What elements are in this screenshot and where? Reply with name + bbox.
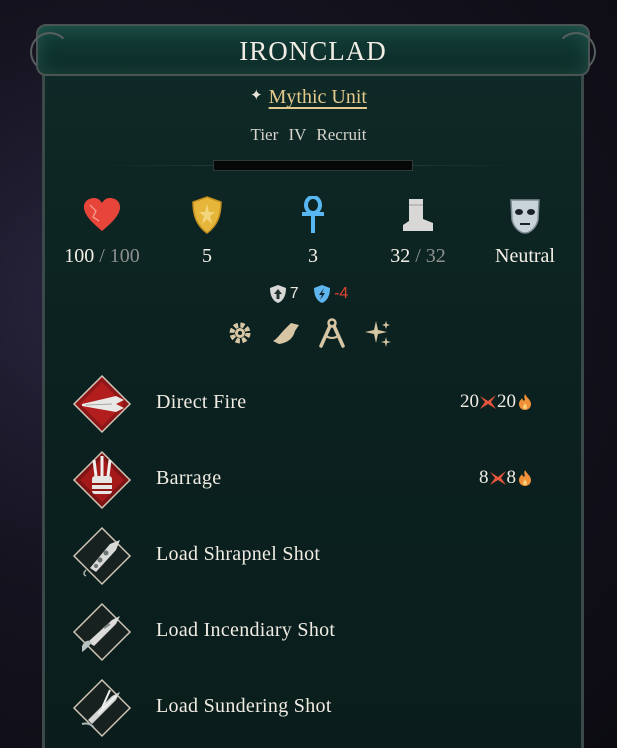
resistance-modifier[interactable]: -4 [313, 284, 348, 304]
armor-up-icon [269, 285, 286, 303]
stat-defense[interactable]: 5 [162, 195, 252, 268]
health-current: 100 [64, 245, 95, 267]
physical-damage-icon [480, 395, 496, 409]
damage-value-b: 20 [497, 391, 516, 412]
rarity-label: Mythic Unit [268, 86, 367, 108]
physical-damage-icon [489, 471, 506, 485]
barrage-icon [72, 450, 132, 510]
stat-health[interactable]: 100 / 100 [57, 195, 147, 268]
mask-icon [510, 199, 540, 234]
unit-header: IRONCLAD [30, 24, 596, 76]
ability-barrage[interactable]: Barrage 8 8 [68, 450, 538, 514]
ability-damage: 8 8 [479, 467, 532, 489]
movement-current: 32 [390, 245, 411, 267]
damage-value-b: 8 [506, 467, 517, 488]
fire-damage-icon [519, 470, 531, 486]
shield-icon [192, 196, 222, 234]
health-separator: / [99, 245, 105, 267]
damage-value-a: 20 [460, 391, 479, 412]
movement-max: 32 [425, 245, 446, 267]
ability-load-incendiary-shot[interactable]: Load Incendiary Shot [68, 602, 538, 666]
modifier-row: 7 -4 [0, 284, 617, 309]
ability-load-sundering-shot[interactable]: Load Sundering Shot [68, 678, 538, 742]
ability-name: Load Sundering Shot [156, 695, 332, 717]
ability-name: Load Shrapnel Shot [156, 543, 321, 565]
incendiary-shot-icon [72, 602, 132, 662]
sparkle-icon[interactable] [363, 318, 393, 348]
rarity-link[interactable]: ✦ Mythic Unit [0, 86, 617, 109]
trait-row [0, 318, 617, 348]
damage-value-a: 8 [479, 467, 489, 488]
resistance-down-icon [314, 285, 331, 303]
resistance-value: 3 [308, 245, 318, 267]
boot-wing-icon[interactable] [271, 318, 301, 348]
defense-value: 5 [202, 245, 212, 267]
sparkle-icon: ✦ [250, 88, 263, 104]
health-max: 100 [109, 245, 140, 267]
armor-modifier-value: 7 [289, 285, 299, 302]
xp-bar [213, 160, 413, 171]
ability-name: Barrage [156, 467, 222, 489]
stat-morale[interactable]: Neutral [480, 195, 570, 268]
heart-icon [84, 198, 120, 231]
resistance-modifier-value: -4 [334, 285, 349, 302]
stat-movement[interactable]: 32 / 32 [373, 195, 463, 268]
tier-label: Tier IV [250, 125, 307, 144]
armor-modifier[interactable]: 7 [269, 284, 299, 304]
gear-icon[interactable] [225, 318, 255, 348]
boot-icon [403, 199, 433, 231]
ability-name: Load Incendiary Shot [156, 619, 336, 641]
direct-fire-icon [72, 374, 132, 434]
ability-direct-fire[interactable]: Direct Fire 20 20 [68, 374, 538, 438]
ankh-icon [302, 196, 324, 233]
rank-label: Recruit [316, 125, 367, 144]
unit-name: IRONCLAD [239, 36, 387, 66]
tier-line: Tier IV Recruit [0, 125, 617, 145]
shrapnel-shot-icon [72, 526, 132, 586]
movement-separator: / [415, 245, 421, 267]
ability-damage: 20 20 [460, 391, 532, 413]
stat-resistance[interactable]: 3 [268, 195, 358, 268]
fire-damage-icon [519, 394, 531, 410]
sundering-shot-icon [72, 678, 132, 738]
compass-icon[interactable] [317, 318, 347, 348]
ability-load-shrapnel-shot[interactable]: Load Shrapnel Shot [68, 526, 538, 590]
morale-value: Neutral [495, 245, 555, 267]
ability-name: Direct Fire [156, 391, 247, 413]
